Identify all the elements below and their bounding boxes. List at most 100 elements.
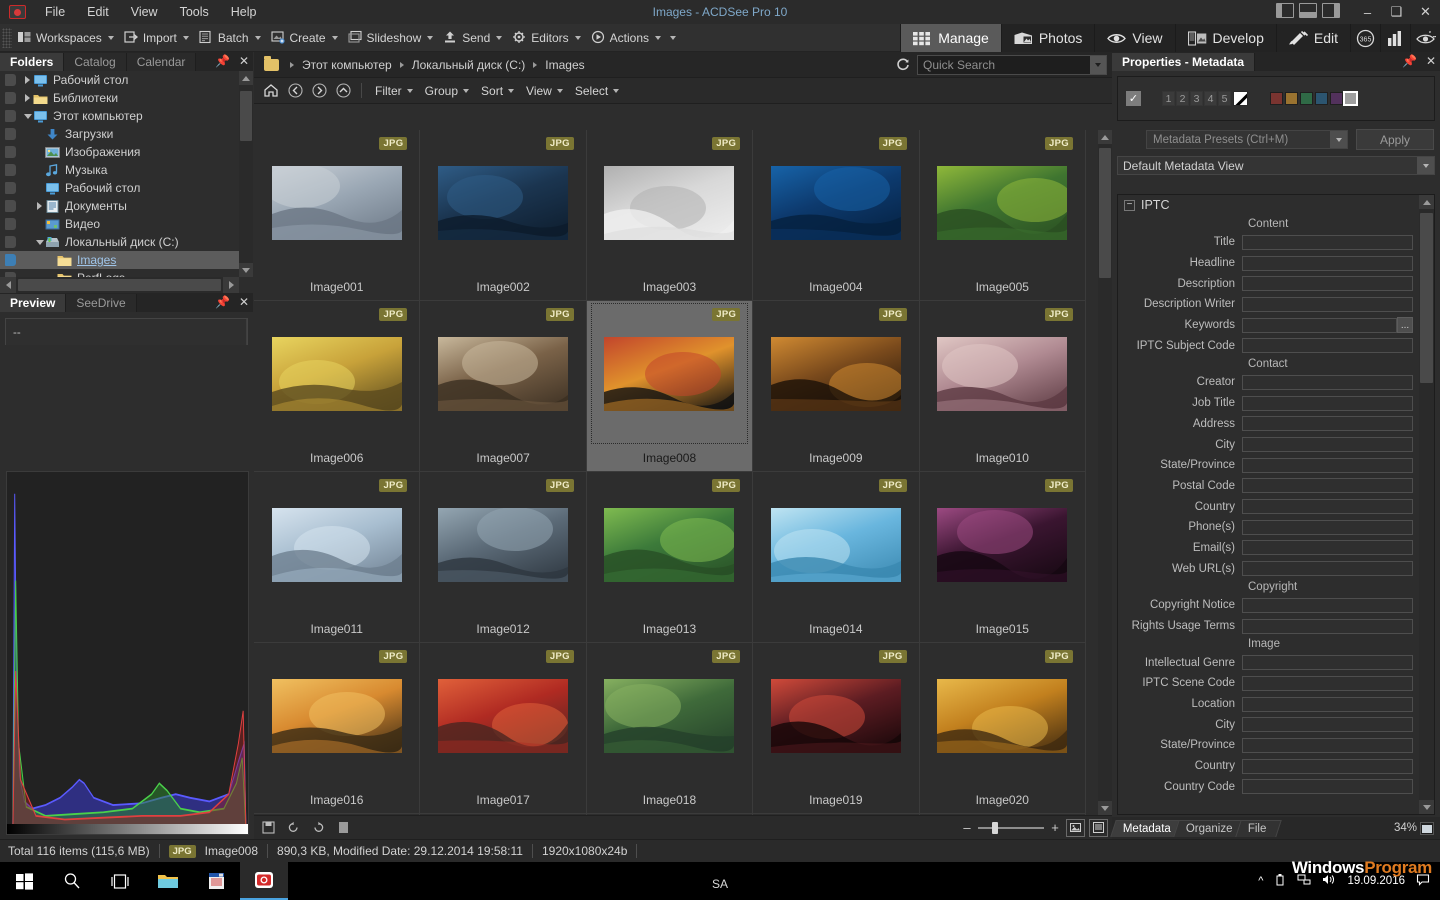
metadata-field-input[interactable] — [1242, 338, 1413, 354]
toolbar-actions-button[interactable]: Actions — [586, 27, 666, 48]
scroll-thumb[interactable] — [240, 91, 252, 141]
rating-5-button[interactable]: 5 — [1218, 91, 1231, 106]
metadata-field-input[interactable] — [1242, 276, 1413, 292]
folder-flag-icon[interactable] — [5, 146, 16, 158]
forward-icon[interactable] — [308, 81, 330, 101]
maximize-button[interactable]: ❑ — [1382, 0, 1411, 24]
folder-tree-vscrollbar[interactable] — [239, 71, 253, 277]
usb-icon[interactable] — [1274, 873, 1286, 890]
metadata-field-input[interactable] — [1242, 675, 1413, 691]
folder-tree-item[interactable]: Загрузки — [0, 125, 239, 143]
scroll-down-arrow[interactable] — [239, 263, 253, 277]
thumbnail-cell[interactable]: JPG Image008 — [586, 301, 754, 472]
thumbnail-cell[interactable]: JPG Image018 — [586, 643, 754, 814]
folder-flag-icon[interactable] — [5, 164, 16, 176]
metadata-view-select[interactable]: Default Metadata View — [1117, 156, 1435, 175]
metadata-field-input[interactable] — [1242, 717, 1413, 733]
zoom-in-button[interactable]: + — [1048, 820, 1062, 835]
iptc-group-header[interactable]: − IPTC — [1118, 195, 1419, 216]
folder-tree-item[interactable]: Рабочий стол — [0, 71, 239, 89]
toolbar-slideshow-button[interactable]: Slideshow — [343, 27, 439, 48]
close-button[interactable]: ✕ — [1411, 0, 1440, 24]
folder-flag-icon[interactable] — [5, 74, 16, 86]
thumbnail-cell[interactable]: JPG Image019 — [753, 643, 920, 814]
scroll-up-arrow[interactable] — [239, 71, 253, 85]
menu-item-tools[interactable]: Tools — [169, 2, 220, 22]
chevron-down-icon[interactable] — [427, 35, 434, 40]
thumbnail-cell[interactable]: JPG Image002 — [420, 130, 587, 301]
thumbnail-cell[interactable]: JPG Image007 — [420, 301, 587, 472]
network-icon[interactable] — [1297, 873, 1311, 889]
toolbar-batch-button[interactable]: Batch — [194, 27, 266, 48]
folder-flag-icon[interactable] — [5, 218, 16, 230]
color-label-2[interactable] — [1285, 92, 1298, 105]
chevron-down-icon[interactable] — [1330, 131, 1347, 148]
metadata-field-input[interactable] — [1242, 561, 1413, 577]
folder-tree-item[interactable]: Images — [0, 251, 239, 269]
rotate-left-icon[interactable] — [282, 818, 304, 838]
thumbnail-cell[interactable]: JPG Image017 — [420, 643, 587, 814]
minimize-button[interactable]: – — [1353, 0, 1382, 24]
sidebar-tab-folders[interactable]: Folders — [0, 53, 65, 71]
color-label-1[interactable] — [1270, 92, 1283, 105]
acdsee-icon[interactable] — [240, 862, 288, 900]
close-icon[interactable]: ✕ — [1426, 54, 1436, 68]
menu-item-file[interactable]: File — [34, 2, 76, 22]
search-field-wrapper[interactable] — [917, 55, 1107, 75]
toolbar-send-button[interactable]: Send — [438, 27, 507, 48]
pin-icon[interactable]: 📌 — [1402, 54, 1417, 68]
toolbar-editors-button[interactable]: Editors — [507, 27, 585, 48]
breadcrumb-item[interactable]: Локальный диск (C:) — [408, 56, 530, 74]
toolbar-import-button[interactable]: Import — [119, 27, 194, 48]
clear-color-label-button[interactable] — [1343, 91, 1358, 106]
chevron-up-icon[interactable]: ^ — [1258, 875, 1263, 887]
metadata-field-input[interactable] — [1242, 696, 1413, 712]
filterbar-group-menu[interactable]: Group — [419, 82, 475, 100]
folder-flag-icon[interactable] — [5, 200, 16, 212]
tab-properties-metadata[interactable]: Properties - Metadata — [1112, 53, 1256, 71]
delete-icon[interactable] — [332, 818, 354, 838]
metadata-field-input[interactable] — [1242, 437, 1413, 453]
sidebar-tab-calendar[interactable]: Calendar — [126, 53, 197, 71]
thumbnail-cell[interactable]: JPG Image012 — [420, 472, 587, 643]
mode-tab-develop[interactable]: Develop — [1174, 24, 1276, 52]
thumbnail-cell[interactable]: JPG Image003 — [586, 130, 754, 301]
thumbnail-cell[interactable]: JPG Image001 — [254, 130, 421, 301]
chevron-down-icon[interactable] — [254, 35, 261, 40]
notepad-icon[interactable] — [192, 862, 240, 900]
folder-flag-icon[interactable] — [5, 92, 16, 104]
chevron-down-icon[interactable] — [1417, 157, 1434, 174]
metadata-field-input[interactable] — [1242, 255, 1413, 271]
close-icon[interactable]: ✕ — [239, 295, 249, 309]
menu-item-help[interactable]: Help — [220, 2, 268, 22]
scroll-down-arrow[interactable] — [1419, 800, 1434, 814]
chevron-right-icon[interactable] — [22, 93, 33, 104]
chevron-down-icon[interactable] — [463, 88, 470, 93]
thumbnail-cell[interactable]: JPG Image009 — [753, 301, 920, 472]
metadata-vscrollbar[interactable] — [1419, 195, 1434, 814]
volume-icon[interactable] — [1322, 873, 1336, 889]
metadata-field-input[interactable] — [1242, 416, 1413, 432]
chevron-down-icon[interactable] — [574, 35, 581, 40]
metadata-field-input[interactable] — [1242, 540, 1413, 556]
right-panel-toggle-icon[interactable] — [1322, 3, 1340, 18]
folder-flag-icon[interactable] — [5, 110, 16, 122]
folder-tree-item[interactable]: PerfLogs — [0, 269, 239, 277]
rating-1-button[interactable]: 1 — [1162, 91, 1175, 106]
thumbnail-cell[interactable]: JPG Image004 — [753, 130, 920, 301]
filterbar-view-menu[interactable]: View — [520, 82, 569, 100]
metadata-field-input[interactable] — [1242, 296, 1413, 312]
thumbnail-cell[interactable]: JPG Image015 — [919, 472, 1086, 643]
metadata-field-input[interactable] — [1242, 597, 1413, 613]
collapse-icon[interactable]: − — [1124, 199, 1135, 211]
menu-item-view[interactable]: View — [120, 2, 169, 22]
thumbnail-cell[interactable]: JPG Image011 — [254, 472, 421, 643]
folder-tree-item[interactable]: Рабочий стол — [0, 179, 239, 197]
chart-icon[interactable] — [1380, 24, 1410, 52]
sidebar-tab-catalog[interactable]: Catalog — [64, 53, 127, 71]
metadata-field-input[interactable] — [1242, 374, 1413, 390]
left-panel-toggle-icon[interactable] — [1276, 3, 1294, 18]
search-input[interactable] — [918, 58, 1090, 72]
rating-2-button[interactable]: 2 — [1176, 91, 1189, 106]
thumbnail-vscrollbar[interactable] — [1098, 130, 1112, 815]
